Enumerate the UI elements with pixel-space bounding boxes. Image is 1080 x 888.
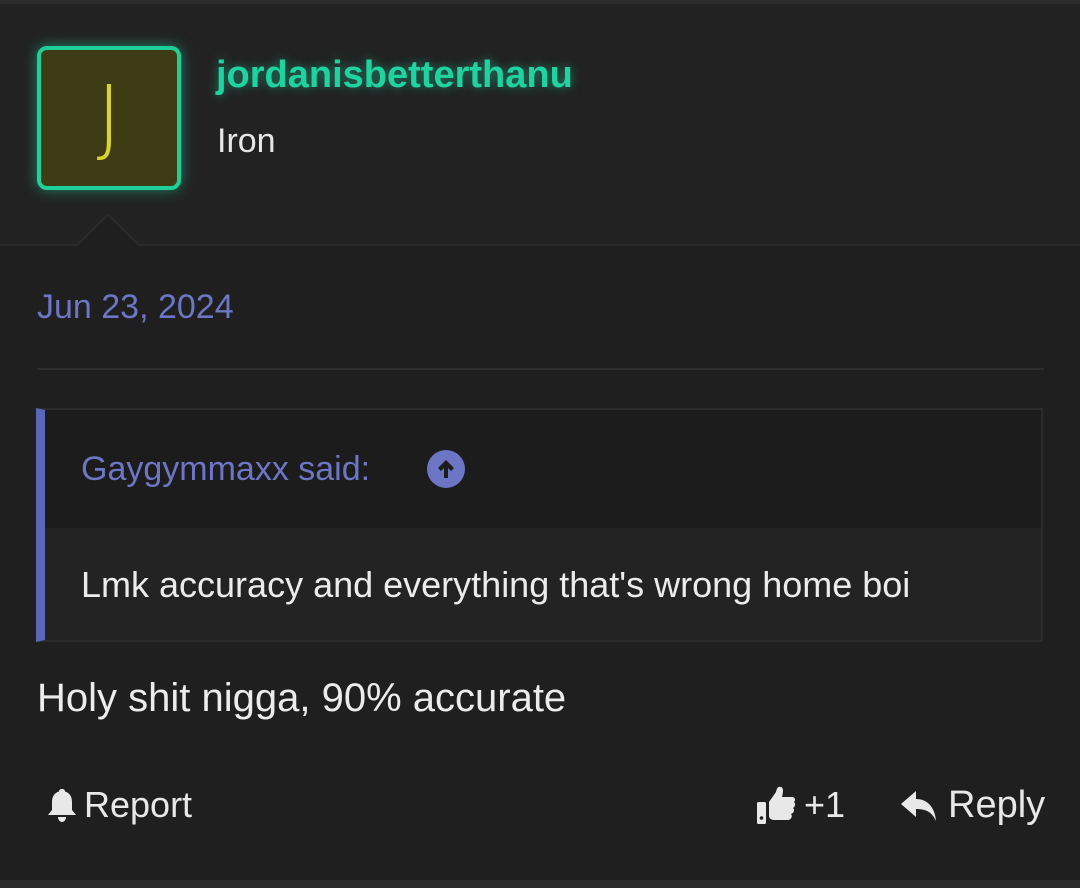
quote-author[interactable]: Gaygymmaxx said: (81, 450, 370, 489)
arrow-up-circle-icon[interactable] (427, 450, 465, 488)
thumbs-up-icon (756, 784, 796, 826)
post-message: Holy shit nigga, 90% accurate (37, 676, 567, 720)
like-count: +1 (804, 784, 846, 825)
bell-icon (46, 787, 78, 823)
post-actions: Report +1 Reply (0, 780, 1080, 832)
post-header: J jordanisbetterthanu Iron (0, 4, 1080, 246)
user-title: Iron (217, 122, 276, 160)
like-button[interactable]: +1 (756, 784, 845, 826)
quote-block: Gaygymmaxx said: Lmk accuracy and everyt… (36, 408, 1043, 642)
header-notch-inner (78, 216, 138, 246)
quote-header: Gaygymmaxx said: (45, 410, 1041, 528)
reply-arrow-icon (900, 789, 938, 823)
avatar-letter: J (96, 67, 122, 165)
username-link[interactable]: jordanisbetterthanu (216, 54, 573, 97)
report-label: Report (84, 784, 193, 825)
quote-text: Lmk accuracy and everything that's wrong… (81, 564, 911, 605)
report-button[interactable]: Report (46, 784, 192, 826)
forum-post: J jordanisbetterthanu Iron Jun 23, 2024 … (0, 0, 1080, 888)
bottom-divider (0, 880, 1080, 888)
reply-button[interactable]: Reply (900, 784, 1045, 827)
post-divider (37, 368, 1044, 370)
avatar[interactable]: J (37, 46, 181, 190)
reply-label: Reply (948, 784, 1046, 826)
quote-body: Lmk accuracy and everything that's wrong… (45, 528, 1041, 640)
post-date[interactable]: Jun 23, 2024 (37, 288, 234, 327)
